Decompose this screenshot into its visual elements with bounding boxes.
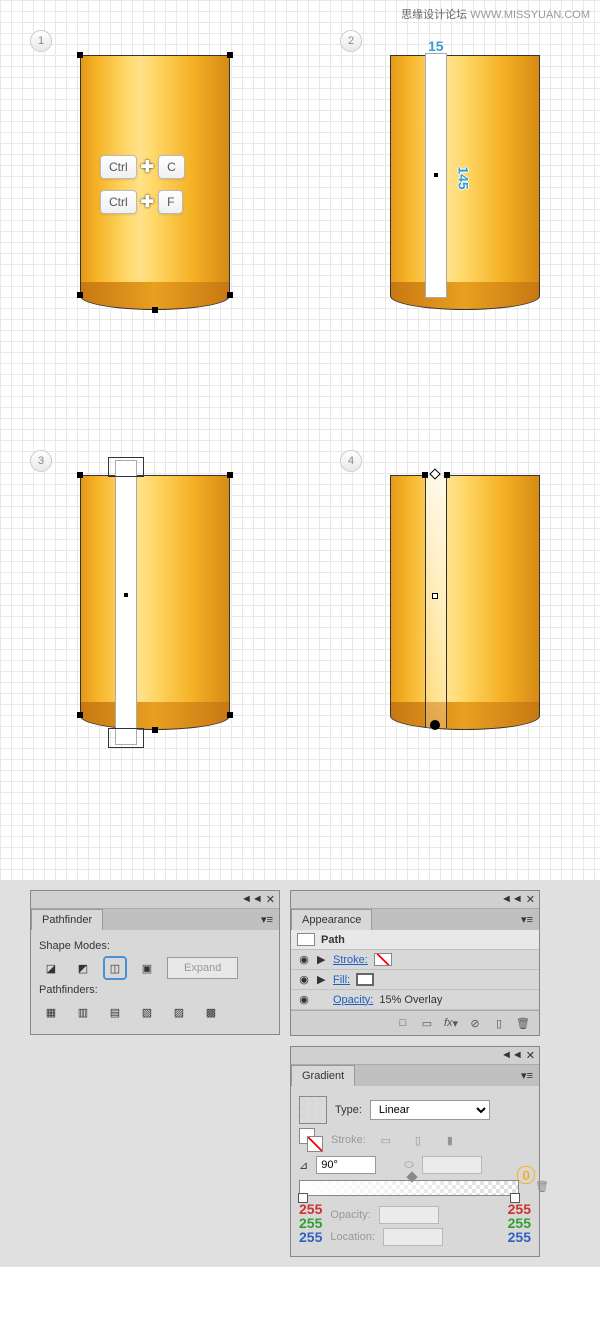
gradient-slider[interactable] xyxy=(299,1180,519,1196)
watermark: 思缘设计论坛 WWW.MISSYUAN.COM xyxy=(401,6,590,22)
trim-button[interactable]: ▥ xyxy=(71,1000,95,1024)
collapse-icon[interactable]: ◄◄ xyxy=(501,1049,523,1062)
step-badge-2: 2 xyxy=(340,30,362,52)
expand-icon[interactable]: ▶ xyxy=(317,973,327,986)
key-ctrl: Ctrl xyxy=(100,155,137,179)
unite-button[interactable]: ◪ xyxy=(39,956,63,980)
thumb-swatch xyxy=(297,933,315,946)
collapse-icon[interactable]: ◄◄ xyxy=(241,893,263,906)
appearance-panel: ◄◄ ✕ Appearance ▾≡ Path ◉ ▶ Stroke: ◉ ▶ … xyxy=(290,890,540,1036)
panel-menu-icon[interactable]: ▾≡ xyxy=(515,1065,539,1086)
cylinder-4 xyxy=(390,475,540,730)
gradient-stop-right[interactable] xyxy=(510,1193,520,1203)
expand-button[interactable]: Expand xyxy=(167,957,238,979)
cylinder-3 xyxy=(80,475,230,730)
opacity-link[interactable]: Opacity: xyxy=(333,994,373,1006)
opacity-value: 15% Overlay xyxy=(379,994,442,1006)
path-label: Path xyxy=(321,934,345,946)
dimension-height: 145 xyxy=(456,166,472,189)
stroke-mode-3: ▮ xyxy=(438,1128,462,1152)
gradient-panel: ◄◄ ✕ Gradient ▾≡ Type: Linear Stroke: xyxy=(290,1046,540,1257)
visibility-icon[interactable]: ◉ xyxy=(297,993,311,1006)
pathfinder-panel: ◄◄ ✕ Pathfinder ▾≡ Shape Modes: ◪ ◩ ◫ ▣ … xyxy=(30,890,280,1035)
trash-icon[interactable]: 🗑 xyxy=(535,1180,549,1193)
type-label: Type: xyxy=(335,1104,362,1116)
aspect-icon: ⬭ xyxy=(404,1159,413,1172)
plus-icon: ✚ xyxy=(141,192,154,212)
expand-icon[interactable]: ▶ xyxy=(317,953,327,966)
opacity-label: Opacity: xyxy=(330,1209,370,1221)
plus-icon: ✚ xyxy=(141,157,154,177)
close-icon[interactable]: ✕ xyxy=(266,893,275,906)
panel-menu-icon[interactable]: ▾≡ xyxy=(255,909,279,930)
type-select[interactable]: Linear xyxy=(370,1100,490,1120)
appearance-tab[interactable]: Appearance xyxy=(291,909,372,930)
trash-icon[interactable]: 🗑 xyxy=(513,1015,533,1031)
fx-icon[interactable]: fx▾ xyxy=(441,1015,461,1031)
divide-button[interactable]: ▦ xyxy=(39,1000,63,1024)
stop-location-input xyxy=(383,1228,443,1246)
shape-modes-label: Shape Modes: xyxy=(39,940,271,952)
intersect-button[interactable]: ◫ xyxy=(103,956,127,980)
key-f: F xyxy=(158,190,183,214)
crop-button[interactable]: ▧ xyxy=(135,1000,159,1024)
shortcut-paste-front: Ctrl ✚ F xyxy=(100,190,183,214)
angle-icon: ⊿ xyxy=(299,1159,308,1172)
new-fill-icon[interactable]: ▭ xyxy=(417,1015,437,1031)
fill-swatch[interactable] xyxy=(356,973,374,986)
right-stop-rgb: 255 255 255 xyxy=(508,1202,531,1250)
ratio-badge: 0 xyxy=(517,1166,535,1184)
angle-input[interactable] xyxy=(316,1156,376,1174)
stroke-mode-2: ▯ xyxy=(406,1128,430,1152)
fill-link[interactable]: Fill: xyxy=(333,974,350,986)
stroke-label: Stroke: xyxy=(331,1134,366,1146)
location-label: Location: xyxy=(330,1231,375,1243)
exclude-button[interactable]: ▣ xyxy=(135,956,159,980)
minus-back-button[interactable]: ▩ xyxy=(199,1000,223,1024)
visibility-icon[interactable]: ◉ xyxy=(297,953,311,966)
stroke-swatch[interactable] xyxy=(374,953,392,966)
left-stop-rgb: 255 255 255 xyxy=(299,1202,322,1250)
collapse-icon[interactable]: ◄◄ xyxy=(501,893,523,906)
visibility-icon[interactable]: ◉ xyxy=(297,973,311,986)
aspect-input xyxy=(422,1156,482,1174)
white-rect xyxy=(115,460,137,745)
clear-icon[interactable]: ⊘ xyxy=(465,1015,485,1031)
stroke-link[interactable]: Stroke: xyxy=(333,954,368,966)
minus-front-button[interactable]: ◩ xyxy=(71,956,95,980)
outline-button[interactable]: ▨ xyxy=(167,1000,191,1024)
key-c: C xyxy=(158,155,185,179)
gradient-stop-left[interactable] xyxy=(298,1193,308,1203)
pathfinder-tab[interactable]: Pathfinder xyxy=(31,909,103,930)
pathfinders-label: Pathfinders: xyxy=(39,984,271,996)
panel-menu-icon[interactable]: ▾≡ xyxy=(515,909,539,930)
step-badge-1: 1 xyxy=(30,30,52,52)
new-stroke-icon[interactable]: □ xyxy=(393,1015,413,1031)
close-icon[interactable]: ✕ xyxy=(526,1049,535,1062)
shortcut-copy: Ctrl ✚ C xyxy=(100,155,185,179)
step-badge-3: 3 xyxy=(30,450,52,472)
gradient-preview[interactable] xyxy=(299,1096,327,1124)
merge-button[interactable]: ▤ xyxy=(103,1000,127,1024)
tutorial-canvas: 思缘设计论坛 WWW.MISSYUAN.COM 1 Ctrl ✚ C Ctrl … xyxy=(0,0,600,880)
stop-opacity-input xyxy=(379,1206,439,1224)
stroke-proxy[interactable] xyxy=(307,1136,323,1152)
dimension-width: 15 xyxy=(428,38,444,54)
stroke-mode-1: ▭ xyxy=(374,1128,398,1152)
duplicate-icon[interactable]: ▯ xyxy=(489,1015,509,1031)
gradient-tab[interactable]: Gradient xyxy=(291,1065,355,1086)
key-ctrl: Ctrl xyxy=(100,190,137,214)
cylinder-1: Ctrl ✚ C Ctrl ✚ F xyxy=(80,55,230,310)
step-badge-4: 4 xyxy=(340,450,362,472)
close-icon[interactable]: ✕ xyxy=(526,893,535,906)
gradient-strip xyxy=(425,475,447,728)
panels-area: ◄◄ ✕ Pathfinder ▾≡ Shape Modes: ◪ ◩ ◫ ▣ … xyxy=(0,880,600,1267)
